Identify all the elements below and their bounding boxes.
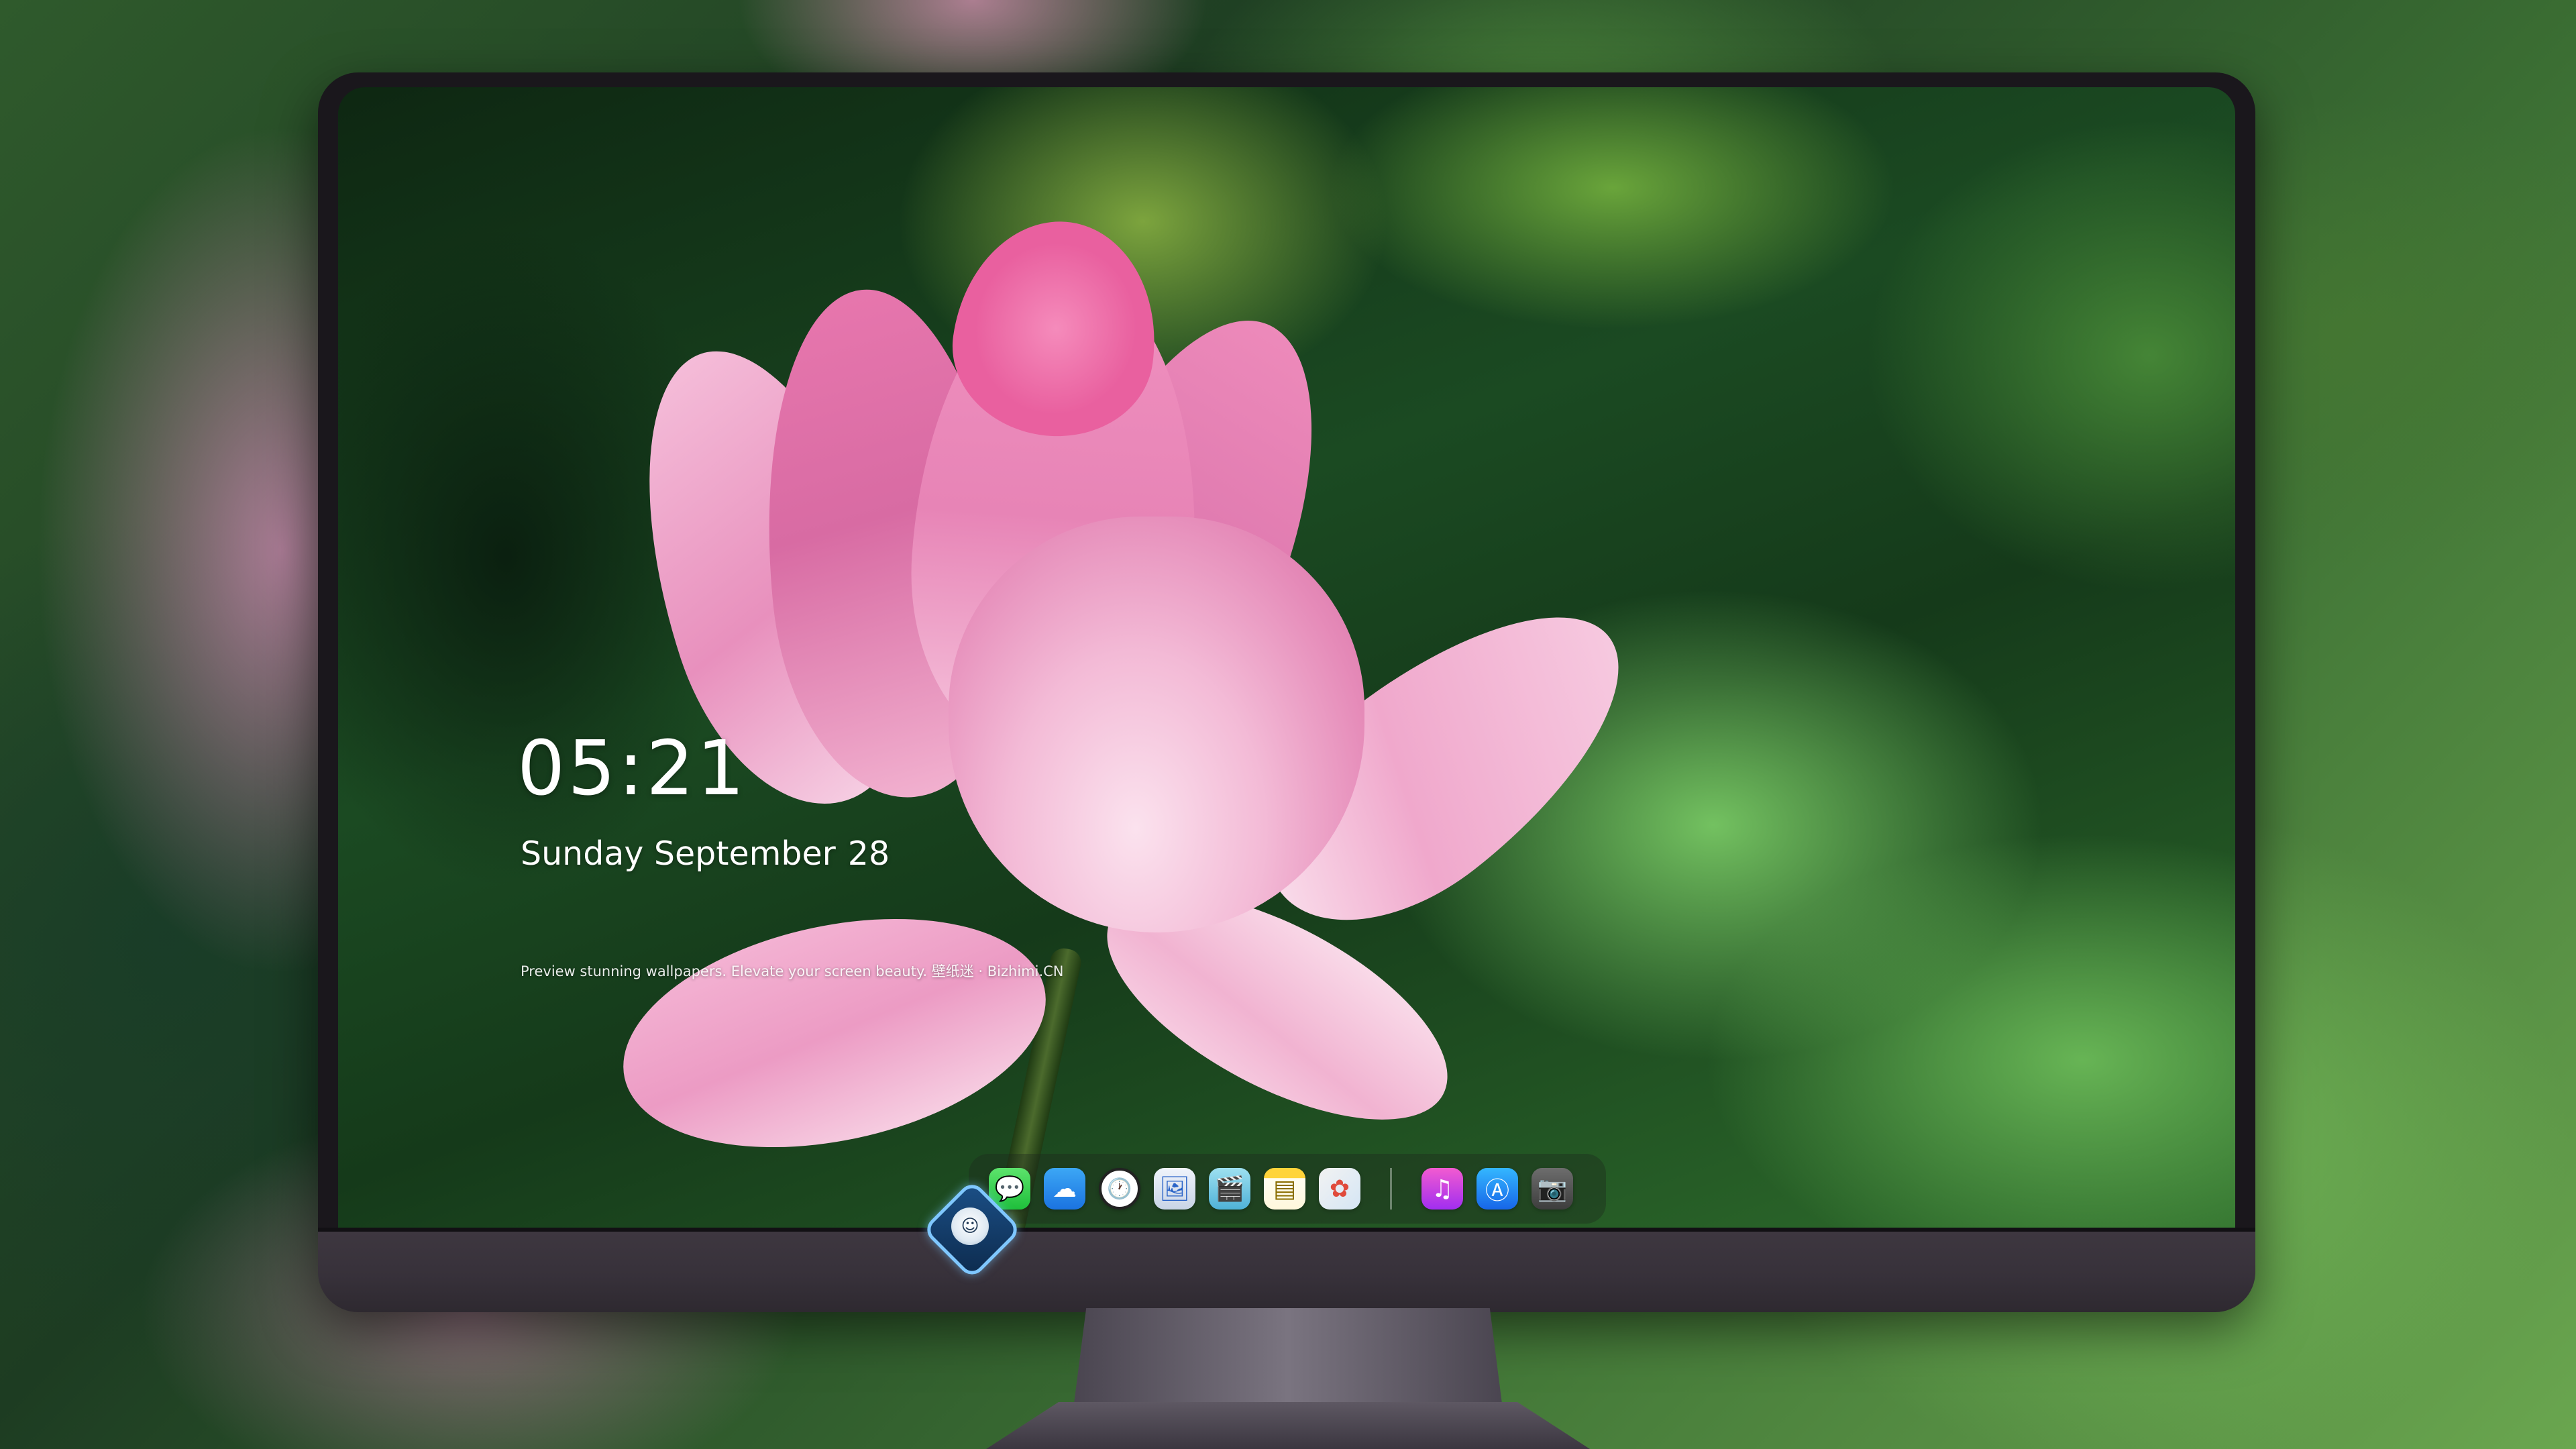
date-weekday-month: Sunday September: [521, 835, 836, 873]
monitor: 05:21 Sunday September 28 Preview stunnin…: [318, 72, 2255, 1312]
app-store-icon[interactable]: Ⓐ: [1477, 1168, 1518, 1210]
lotus-petal: [602, 883, 1067, 1183]
mascot-logo-icon: ☺: [951, 1208, 989, 1245]
monitor-stand-base: [986, 1402, 1590, 1449]
monitor-chin: [318, 1228, 2255, 1312]
clapper-icon[interactable]: 🎬: [1209, 1168, 1250, 1210]
lotus-petal: [949, 517, 1364, 932]
weather-icon[interactable]: ☁: [1044, 1168, 1085, 1210]
dock: 💬 ☁ 🕐 🖼 🎬 ▤ ✿ ♫ Ⓐ 📷: [969, 1154, 1606, 1224]
photos-icon[interactable]: ✿: [1319, 1168, 1360, 1210]
dock-separator: [1390, 1168, 1392, 1210]
camera-icon[interactable]: 📷: [1532, 1168, 1573, 1210]
wallpaper-tagline: Preview stunning wallpapers. Elevate you…: [521, 963, 1064, 979]
clock-icon[interactable]: 🕐: [1099, 1168, 1140, 1210]
music-icon[interactable]: ♫: [1421, 1168, 1463, 1210]
lock-screen-date: Sunday September 28: [521, 837, 890, 870]
lock-screen-time: 05:21: [517, 725, 747, 812]
monitor-stand-neck: [1073, 1308, 1503, 1409]
desktop-background: 05:21 Sunday September 28 Preview stunnin…: [0, 0, 2576, 1449]
preview-icon[interactable]: 🖼: [1154, 1168, 1195, 1210]
date-day: 28: [847, 835, 890, 873]
lock-screen[interactable]: 05:21 Sunday September 28 Preview stunnin…: [338, 87, 2235, 1228]
notes-icon[interactable]: ▤: [1264, 1168, 1305, 1210]
